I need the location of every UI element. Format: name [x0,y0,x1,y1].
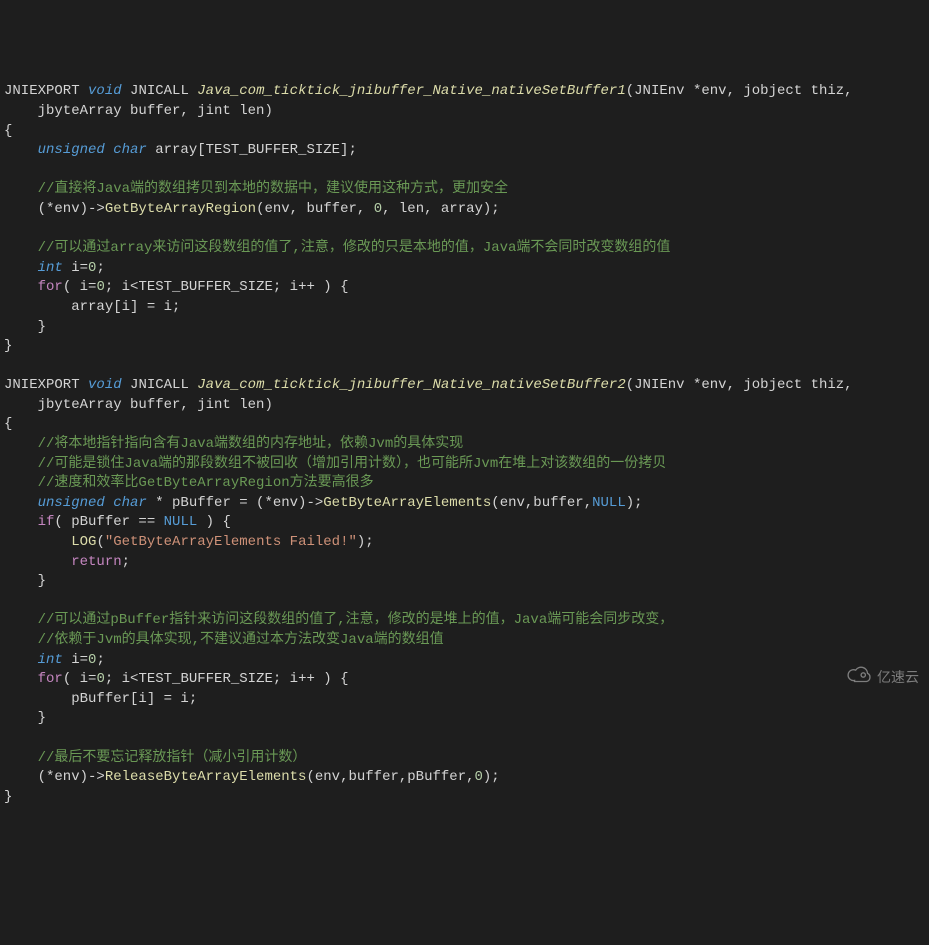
for-args-a: ( i= [63,279,97,295]
decl-args: (env,buffer, [491,495,592,511]
type-unsigned-char: unsigned char [38,495,147,511]
call-prefix: (*env)-> [4,201,105,217]
code-block: JNIEXPORT void JNICALL Java_com_ticktick… [4,82,925,807]
comment: //将本地指针指向含有Java端数组的内存地址，依赖Jvm的具体实现 [38,436,464,452]
type-unsigned-char: unsigned char [38,142,147,158]
int-decl: i= [63,652,88,668]
literal-zero: 0 [96,671,104,687]
params-line1: (JNIEnv *env, jobject thiz, [626,377,853,393]
params-line2: jbyteArray buffer, jint len) [4,103,273,119]
literal-zero: 0 [475,769,483,785]
params-line2: jbyteArray buffer, jint len) [4,397,273,413]
keyword-export: JNIEXPORT [4,377,80,393]
loop-close: } [4,710,46,726]
brace-close: } [4,338,12,354]
if-cond-a: ( pBuffer == [54,514,163,530]
call-args2: , len, array); [382,201,500,217]
fn-getbytearrayelements: GetByteArrayElements [323,495,491,511]
for-args-b: ; i<TEST_BUFFER_SIZE; i++ ) { [105,671,349,687]
function-name: Java_com_ticktick_jnibuffer_Native_nativ… [197,377,625,393]
release-args: (env,buffer,pBuffer, [306,769,474,785]
keyword-export: JNIEXPORT [4,83,80,99]
loop-close: } [4,319,46,335]
params-line1: (JNIEnv *env, jobject thiz, [626,83,853,99]
log-close: ); [357,534,374,550]
loop-body: array[i] = i; [4,299,180,315]
fn-releasebytearrayelements: ReleaseByteArrayElements [105,769,307,785]
semicolon: ; [96,260,104,276]
loop-body: pBuffer[i] = i; [4,691,197,707]
for-args-a: ( i= [63,671,97,687]
for-args-b: ; i<TEST_BUFFER_SIZE; i++ ) { [105,279,349,295]
brace-open: { [4,123,12,139]
brace-close: } [4,789,12,805]
keyword-for: for [38,279,63,295]
literal-null: NULL [164,514,198,530]
comment: //可以通过pBuffer指针来访问这段数组的值了,注意，修改的是堆上的值，Ja… [38,612,674,628]
literal-zero: 0 [374,201,382,217]
release-end: ); [483,769,500,785]
comment: //速度和效率比GetByteArrayRegion方法要高很多 [38,475,374,491]
keyword-int: int [38,652,63,668]
int-decl: i= [63,260,88,276]
function-name: Java_com_ticktick_jnibuffer_Native_nativ… [197,83,625,99]
keyword-jnicall: JNICALL [130,83,189,99]
string-literal: "GetByteArrayElements Failed!" [105,534,357,550]
keyword-jnicall: JNICALL [130,377,189,393]
decl-array: array[TEST_BUFFER_SIZE]; [147,142,357,158]
keyword-void: void [88,83,122,99]
semicolon: ; [96,652,104,668]
comment: //最后不要忘记释放指针（减小引用计数） [38,750,307,766]
comment: //直接将Java端的数组拷贝到本地的数据中，建议使用这种方式，更加安全 [38,181,508,197]
semicolon: ; [122,554,130,570]
release-prefix: (*env)-> [4,769,105,785]
watermark: 亿速云 [831,646,919,709]
keyword-int: int [38,260,63,276]
if-cond-b: ) { [197,514,231,530]
comment: //可以通过array来访问这段数组的值了,注意，修改的只是本地的值，Java端… [38,240,671,256]
watermark-text: 亿速云 [877,668,919,688]
if-close: } [4,573,46,589]
decl-end: ); [626,495,643,511]
keyword-return: return [71,554,121,570]
fn-getbytearrayregion: GetByteArrayRegion [105,201,256,217]
log-open: ( [96,534,104,550]
fn-log: LOG [71,534,96,550]
comment: //可能是锁住Java端的那段数组不被回收（增加引用计数），也可能所Jvm在堆上… [38,456,667,472]
comment: //依赖于Jvm的具体实现,不建议通过本方法改变Java端的数组值 [38,632,444,648]
literal-null: NULL [592,495,626,511]
decl-pbuffer: * pBuffer = (*env)-> [147,495,323,511]
keyword-void: void [88,377,122,393]
call-args: (env, buffer, [256,201,374,217]
cloud-icon [831,646,873,709]
keyword-if: if [38,514,55,530]
keyword-for: for [38,671,63,687]
brace-open: { [4,416,12,432]
literal-zero: 0 [96,279,104,295]
